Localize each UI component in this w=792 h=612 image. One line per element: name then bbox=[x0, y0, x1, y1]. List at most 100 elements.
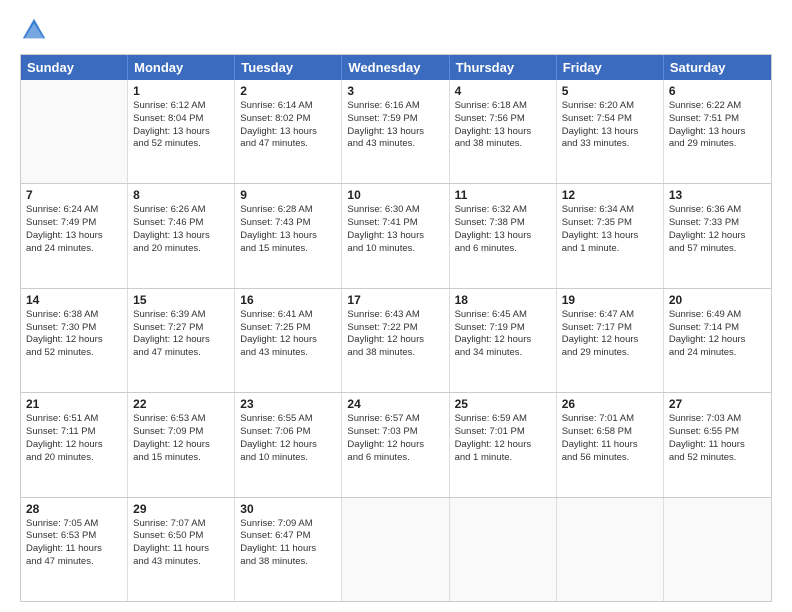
day-number: 3 bbox=[347, 84, 443, 98]
day-number: 18 bbox=[455, 293, 551, 307]
logo-icon bbox=[20, 16, 48, 44]
calendar-day-empty bbox=[557, 498, 664, 601]
day-info-line: Sunrise: 6:49 AM bbox=[669, 309, 766, 322]
day-info-line: Sunrise: 6:43 AM bbox=[347, 309, 443, 322]
calendar-header: SundayMondayTuesdayWednesdayThursdayFrid… bbox=[21, 55, 771, 80]
day-info-line: and 24 minutes. bbox=[669, 347, 766, 360]
day-number: 20 bbox=[669, 293, 766, 307]
day-number: 16 bbox=[240, 293, 336, 307]
day-info-line: Daylight: 11 hours bbox=[669, 439, 766, 452]
calendar-day-7: 7Sunrise: 6:24 AMSunset: 7:49 PMDaylight… bbox=[21, 184, 128, 287]
day-number: 26 bbox=[562, 397, 658, 411]
calendar-day-27: 27Sunrise: 7:03 AMSunset: 6:55 PMDayligh… bbox=[664, 393, 771, 496]
day-number: 6 bbox=[669, 84, 766, 98]
day-number: 21 bbox=[26, 397, 122, 411]
calendar-day-1: 1Sunrise: 6:12 AMSunset: 8:04 PMDaylight… bbox=[128, 80, 235, 183]
day-info-line: and 38 minutes. bbox=[455, 138, 551, 151]
day-number: 13 bbox=[669, 188, 766, 202]
day-info-line: Daylight: 12 hours bbox=[455, 334, 551, 347]
day-info-line: and 29 minutes. bbox=[562, 347, 658, 360]
day-info-line: Daylight: 13 hours bbox=[562, 126, 658, 139]
header-day-wednesday: Wednesday bbox=[342, 55, 449, 80]
day-number: 8 bbox=[133, 188, 229, 202]
day-info-line: Sunrise: 6:26 AM bbox=[133, 204, 229, 217]
logo bbox=[20, 16, 52, 44]
day-info-line: Daylight: 12 hours bbox=[347, 439, 443, 452]
day-number: 15 bbox=[133, 293, 229, 307]
calendar-week-5: 28Sunrise: 7:05 AMSunset: 6:53 PMDayligh… bbox=[21, 498, 771, 601]
day-number: 17 bbox=[347, 293, 443, 307]
calendar-day-14: 14Sunrise: 6:38 AMSunset: 7:30 PMDayligh… bbox=[21, 289, 128, 392]
day-info-line: Daylight: 12 hours bbox=[240, 334, 336, 347]
day-info-line: Sunrise: 6:30 AM bbox=[347, 204, 443, 217]
day-info-line: Sunset: 7:49 PM bbox=[26, 217, 122, 230]
day-info-line: and 52 minutes. bbox=[669, 452, 766, 465]
calendar-day-17: 17Sunrise: 6:43 AMSunset: 7:22 PMDayligh… bbox=[342, 289, 449, 392]
day-info-line: and 38 minutes. bbox=[347, 347, 443, 360]
day-info-line: Daylight: 13 hours bbox=[26, 230, 122, 243]
day-info-line: and 10 minutes. bbox=[347, 243, 443, 256]
day-info-line: Sunrise: 6:51 AM bbox=[26, 413, 122, 426]
day-info-line: and 43 minutes. bbox=[347, 138, 443, 151]
day-number: 14 bbox=[26, 293, 122, 307]
day-info-line: Daylight: 13 hours bbox=[133, 126, 229, 139]
calendar-day-28: 28Sunrise: 7:05 AMSunset: 6:53 PMDayligh… bbox=[21, 498, 128, 601]
day-info-line: Sunset: 7:09 PM bbox=[133, 426, 229, 439]
day-number: 30 bbox=[240, 502, 336, 516]
calendar-day-10: 10Sunrise: 6:30 AMSunset: 7:41 PMDayligh… bbox=[342, 184, 449, 287]
day-info-line: Sunset: 6:55 PM bbox=[669, 426, 766, 439]
calendar-day-20: 20Sunrise: 6:49 AMSunset: 7:14 PMDayligh… bbox=[664, 289, 771, 392]
day-number: 11 bbox=[455, 188, 551, 202]
day-number: 24 bbox=[347, 397, 443, 411]
day-info-line: Sunrise: 6:22 AM bbox=[669, 100, 766, 113]
calendar-day-19: 19Sunrise: 6:47 AMSunset: 7:17 PMDayligh… bbox=[557, 289, 664, 392]
day-number: 12 bbox=[562, 188, 658, 202]
day-info-line: Sunrise: 6:55 AM bbox=[240, 413, 336, 426]
day-info-line: Sunset: 8:02 PM bbox=[240, 113, 336, 126]
calendar-day-empty bbox=[664, 498, 771, 601]
day-info-line: Sunset: 7:25 PM bbox=[240, 322, 336, 335]
header-day-tuesday: Tuesday bbox=[235, 55, 342, 80]
day-info-line: Sunset: 7:43 PM bbox=[240, 217, 336, 230]
day-info-line: and 57 minutes. bbox=[669, 243, 766, 256]
day-number: 28 bbox=[26, 502, 122, 516]
day-info-line: and 1 minute. bbox=[562, 243, 658, 256]
day-info-line: Sunset: 7:51 PM bbox=[669, 113, 766, 126]
day-info-line: Daylight: 12 hours bbox=[240, 439, 336, 452]
header-day-friday: Friday bbox=[557, 55, 664, 80]
day-number: 23 bbox=[240, 397, 336, 411]
day-info-line: and 47 minutes. bbox=[133, 347, 229, 360]
day-info-line: Daylight: 11 hours bbox=[562, 439, 658, 452]
calendar: SundayMondayTuesdayWednesdayThursdayFrid… bbox=[20, 54, 772, 602]
day-info-line: Daylight: 13 hours bbox=[347, 230, 443, 243]
day-info-line: Sunset: 7:35 PM bbox=[562, 217, 658, 230]
day-info-line: Sunset: 7:17 PM bbox=[562, 322, 658, 335]
day-info-line: Sunset: 6:50 PM bbox=[133, 530, 229, 543]
day-info-line: Daylight: 13 hours bbox=[240, 126, 336, 139]
day-info-line: Daylight: 12 hours bbox=[455, 439, 551, 452]
day-info-line: and 20 minutes. bbox=[133, 243, 229, 256]
calendar-day-5: 5Sunrise: 6:20 AMSunset: 7:54 PMDaylight… bbox=[557, 80, 664, 183]
calendar-day-empty bbox=[342, 498, 449, 601]
day-info-line: Daylight: 13 hours bbox=[133, 230, 229, 243]
page: SundayMondayTuesdayWednesdayThursdayFrid… bbox=[0, 0, 792, 612]
day-info-line: Sunrise: 6:59 AM bbox=[455, 413, 551, 426]
day-info-line: Sunrise: 6:53 AM bbox=[133, 413, 229, 426]
calendar-day-9: 9Sunrise: 6:28 AMSunset: 7:43 PMDaylight… bbox=[235, 184, 342, 287]
day-info-line: and 47 minutes. bbox=[240, 138, 336, 151]
day-info-line: Sunset: 7:41 PM bbox=[347, 217, 443, 230]
day-info-line: and 56 minutes. bbox=[562, 452, 658, 465]
day-info-line: and 6 minutes. bbox=[455, 243, 551, 256]
day-info-line: Sunset: 6:53 PM bbox=[26, 530, 122, 543]
day-number: 1 bbox=[133, 84, 229, 98]
day-info-line: and 6 minutes. bbox=[347, 452, 443, 465]
day-info-line: Sunrise: 6:32 AM bbox=[455, 204, 551, 217]
day-info-line: Sunrise: 6:45 AM bbox=[455, 309, 551, 322]
day-info-line: Sunset: 7:27 PM bbox=[133, 322, 229, 335]
day-info-line: Sunset: 7:11 PM bbox=[26, 426, 122, 439]
calendar-day-23: 23Sunrise: 6:55 AMSunset: 7:06 PMDayligh… bbox=[235, 393, 342, 496]
calendar-day-8: 8Sunrise: 6:26 AMSunset: 7:46 PMDaylight… bbox=[128, 184, 235, 287]
day-number: 7 bbox=[26, 188, 122, 202]
calendar-day-16: 16Sunrise: 6:41 AMSunset: 7:25 PMDayligh… bbox=[235, 289, 342, 392]
day-info-line: and 38 minutes. bbox=[240, 556, 336, 569]
